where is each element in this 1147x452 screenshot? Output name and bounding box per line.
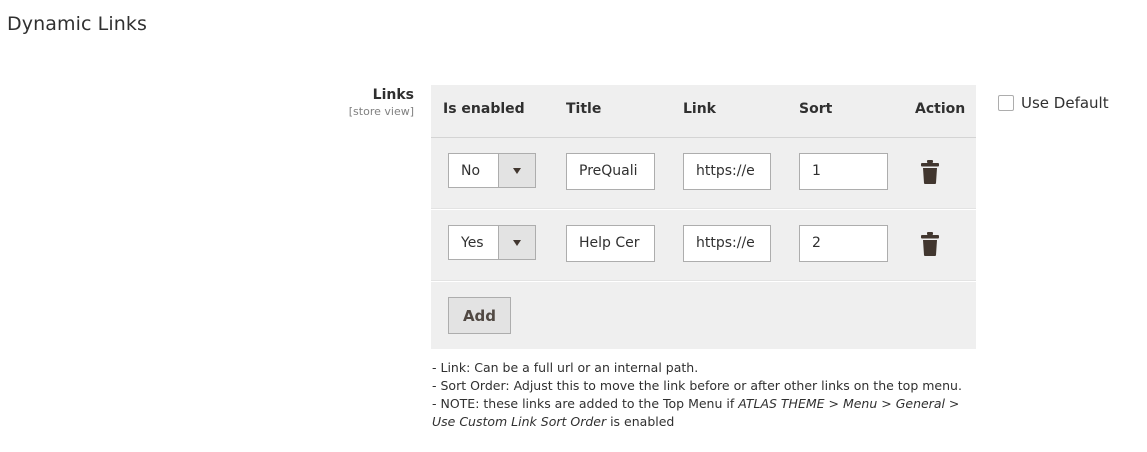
trash-icon[interactable] xyxy=(920,231,940,257)
header-title: Title xyxy=(566,101,602,117)
note-line: - Link: Can be a full url or an internal… xyxy=(432,360,699,375)
sort-input[interactable]: 2 xyxy=(799,225,888,262)
title-input[interactable]: Help Cer xyxy=(566,225,655,262)
section-title: Dynamic Links xyxy=(7,13,147,35)
header-action: Action xyxy=(915,101,966,117)
sort-input[interactable]: 1 xyxy=(799,153,888,190)
table-row: Yes Help Cer https://e 2 xyxy=(431,210,976,282)
note-text: - NOTE: these links are added to the Top… xyxy=(432,396,739,411)
use-default[interactable]: Use Default xyxy=(998,94,1109,112)
note-path: ATLAS THEME > Menu > General > xyxy=(738,396,960,411)
scope-label: [store view] xyxy=(348,105,414,118)
table-row: No PreQuali https://e 1 xyxy=(431,138,976,210)
enabled-select[interactable]: Yes xyxy=(448,225,536,260)
note-path: Use Custom Link Sort Order xyxy=(432,414,607,429)
add-row: Add xyxy=(431,282,976,349)
note-line: - NOTE: these links are added to the Top… xyxy=(432,395,992,413)
header-sort: Sort xyxy=(799,101,833,117)
chevron-down-icon xyxy=(498,226,535,259)
trash-icon[interactable] xyxy=(920,159,940,185)
add-button[interactable]: Add xyxy=(448,297,511,334)
enabled-select-value: Yes xyxy=(461,234,484,251)
header-link: Link xyxy=(683,101,716,117)
note-line: Use Custom Link Sort Order is enabled xyxy=(432,413,992,431)
field-label: Links [store view] xyxy=(349,86,414,120)
enabled-select[interactable]: No xyxy=(448,153,536,188)
link-input[interactable]: https://e xyxy=(683,153,771,190)
use-default-checkbox[interactable] xyxy=(998,95,1014,111)
header-is-enabled: Is enabled xyxy=(443,101,525,117)
links-grid: Is enabled Title Link Sort Action No Pre… xyxy=(431,85,976,349)
enabled-select-value: No xyxy=(461,162,481,179)
title-input[interactable]: PreQuali xyxy=(566,153,655,190)
links-label: Links xyxy=(372,87,414,103)
field-notes: - Link: Can be a full url or an internal… xyxy=(432,359,992,431)
chevron-down-icon xyxy=(498,154,535,187)
grid-header: Is enabled Title Link Sort Action xyxy=(431,85,976,138)
use-default-label[interactable]: Use Default xyxy=(1021,94,1109,112)
link-input[interactable]: https://e xyxy=(683,225,771,262)
note-line: - Sort Order: Adjust this to move the li… xyxy=(432,378,962,393)
note-text: is enabled xyxy=(606,414,675,429)
